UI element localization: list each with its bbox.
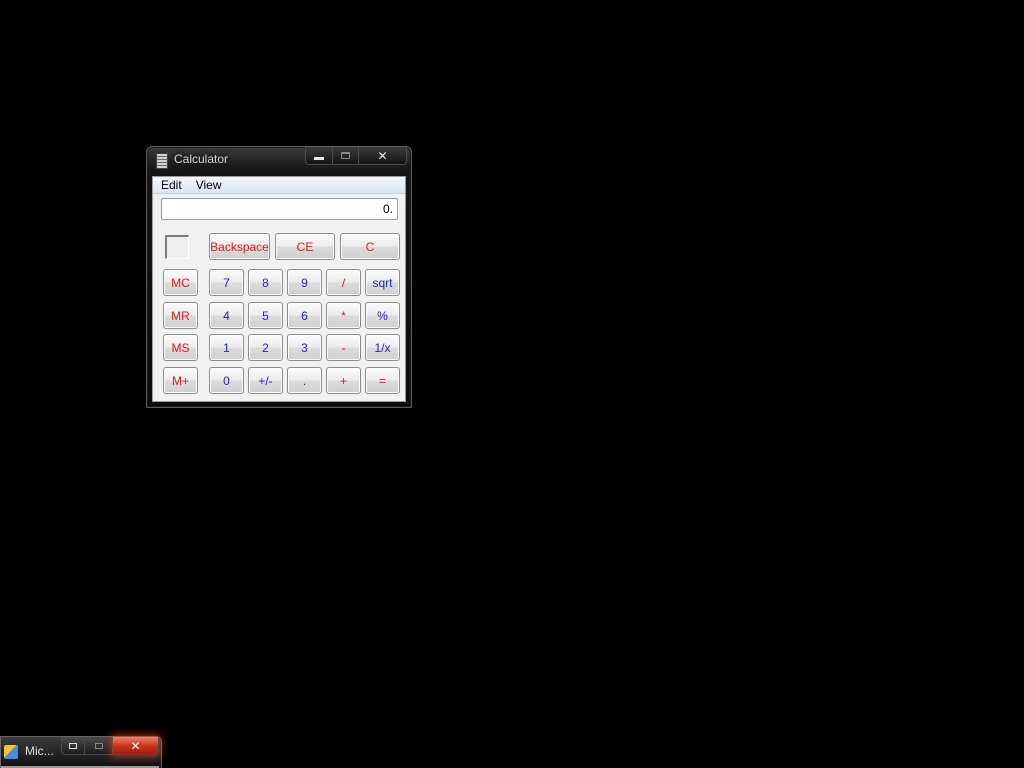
title-bar[interactable]: Calculator ✕: [147, 147, 411, 173]
key-reciprocal[interactable]: 1/x: [365, 334, 400, 361]
menu-view[interactable]: View: [195, 177, 229, 193]
key-percent[interactable]: %: [365, 302, 400, 329]
minimized-window[interactable]: Mic... ✕: [0, 736, 162, 768]
key-0[interactable]: 0: [209, 367, 244, 394]
calculator-window: Calculator ✕ Edit View 0. Backspace CE C…: [146, 146, 412, 408]
key-6[interactable]: 6: [287, 302, 322, 329]
close-icon: ✕: [130, 738, 141, 753]
key-4[interactable]: 4: [209, 302, 244, 329]
window-title: Calculator: [174, 152, 229, 166]
key-add[interactable]: +: [326, 367, 361, 394]
app-icon: [4, 745, 18, 759]
maximize-icon: [341, 152, 350, 159]
calculator-app-icon: [156, 153, 168, 169]
key-3[interactable]: 3: [287, 334, 322, 361]
calculator-display[interactable]: 0.: [161, 198, 398, 220]
restore-button[interactable]: [61, 737, 85, 755]
key-5[interactable]: 5: [248, 302, 283, 329]
minimized-close-button[interactable]: ✕: [113, 737, 159, 755]
key-negate[interactable]: +/-: [248, 367, 283, 394]
key-9[interactable]: 9: [287, 269, 322, 296]
clear-entry-button[interactable]: CE: [275, 233, 335, 260]
clear-button[interactable]: C: [340, 233, 400, 260]
key-1[interactable]: 1: [209, 334, 244, 361]
memory-indicator: [165, 235, 189, 259]
key-divide[interactable]: /: [326, 269, 361, 296]
key-2[interactable]: 2: [248, 334, 283, 361]
menu-bar: Edit View: [153, 177, 405, 194]
caption-buttons: ✕: [305, 147, 407, 166]
maximize-icon: [94, 742, 103, 749]
memory-store-button[interactable]: MS: [163, 334, 198, 361]
menu-edit[interactable]: Edit: [160, 177, 189, 193]
key-decimal[interactable]: .: [287, 367, 322, 394]
restore-icon: [69, 742, 77, 749]
memory-add-button[interactable]: M+: [163, 367, 198, 394]
backspace-button[interactable]: Backspace: [209, 233, 270, 260]
key-subtract[interactable]: -: [326, 334, 361, 361]
maximize-button[interactable]: [333, 147, 359, 165]
close-button[interactable]: ✕: [359, 147, 407, 165]
minimized-caption-buttons: ✕: [61, 737, 159, 755]
key-equals[interactable]: =: [365, 367, 400, 394]
memory-recall-button[interactable]: MR: [163, 302, 198, 329]
calculator-client-area: Edit View 0. Backspace CE C MC MR MS M+ …: [152, 176, 406, 402]
minimized-maximize-button[interactable]: [85, 737, 113, 755]
key-multiply[interactable]: *: [326, 302, 361, 329]
close-icon: ✕: [377, 148, 388, 163]
key-sqrt[interactable]: sqrt: [365, 269, 400, 296]
memory-clear-button[interactable]: MC: [163, 269, 198, 296]
minimize-button[interactable]: [305, 147, 333, 165]
minimized-window-title: Mic...: [25, 744, 54, 758]
key-8[interactable]: 8: [248, 269, 283, 296]
key-7[interactable]: 7: [209, 269, 244, 296]
minimize-icon: [314, 156, 324, 160]
